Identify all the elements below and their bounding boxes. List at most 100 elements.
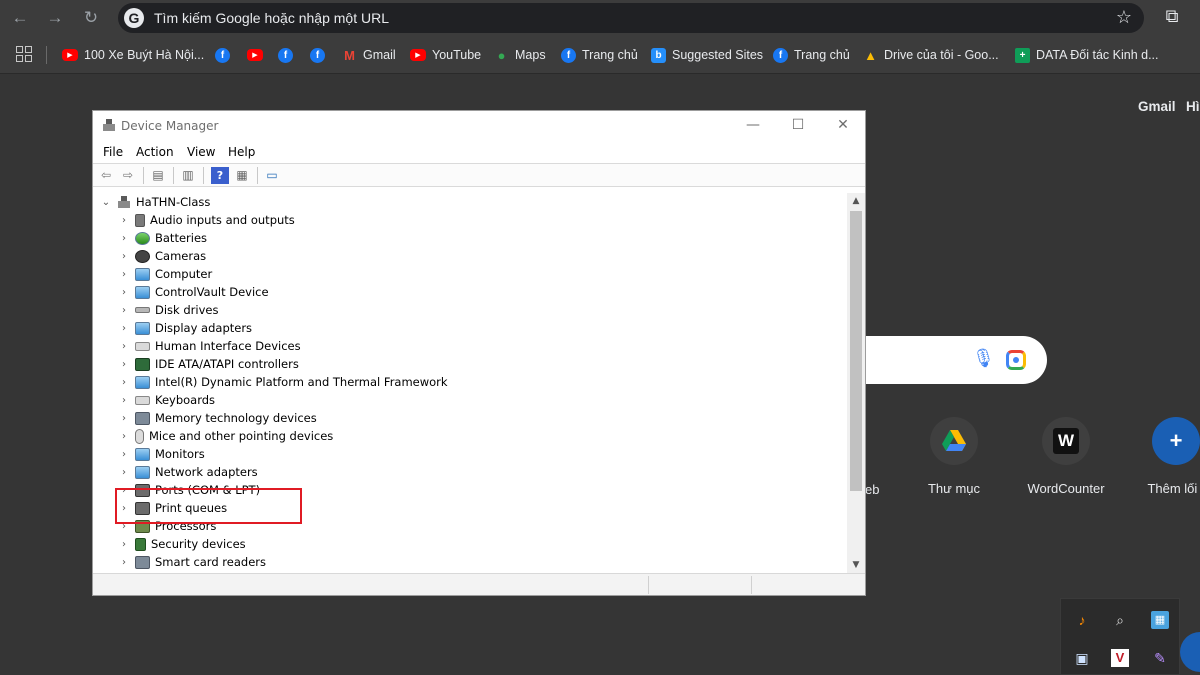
bookmark-suggested-sites[interactable]: b Suggested Sites [651, 46, 763, 64]
network-app-icon[interactable]: ▦ [1151, 611, 1169, 629]
expand-chevron-icon[interactable]: › [117, 395, 131, 406]
microphone-icon[interactable]: 🎙 [972, 348, 995, 372]
shortcut-wordcounter[interactable]: W WordCounter [1011, 417, 1121, 496]
tree-node[interactable]: › Network adapters [117, 463, 258, 481]
gmail-link[interactable]: Gmail [1138, 99, 1176, 114]
omnibox[interactable]: G Tìm kiếm Google hoặc nhập một URL ☆ [118, 3, 1144, 33]
properties-icon[interactable]: ▥ [179, 167, 197, 184]
expand-chevron-icon[interactable]: › [117, 467, 131, 478]
reload-icon[interactable]: ↻ [81, 8, 101, 28]
expand-chevron-icon[interactable]: › [117, 269, 131, 280]
expand-chevron-icon[interactable]: › [117, 323, 131, 334]
bookmark-trang-chu-2[interactable]: f Trang chủ [773, 46, 850, 64]
menu-action[interactable]: Action [136, 145, 174, 159]
bookmark-gmail[interactable]: M Gmail [342, 46, 396, 64]
close-button[interactable]: ✕ [833, 115, 853, 135]
expand-chevron-icon[interactable]: › [117, 377, 131, 388]
tree-node[interactable]: › ControlVault Device [117, 283, 269, 301]
back-icon[interactable]: ← [10, 8, 30, 28]
bookmark-youtube-1[interactable]: ▶ [247, 46, 263, 64]
tree-node[interactable]: › Human Interface Devices [117, 337, 301, 355]
music-app-icon[interactable]: ♪ [1073, 611, 1091, 629]
back-arrow-icon[interactable]: ⇦ [97, 167, 115, 184]
menu-file[interactable]: File [103, 145, 123, 159]
tree-node[interactable]: › Smart card readers [117, 553, 266, 571]
forward-arrow-icon[interactable]: ⇨ [119, 167, 137, 184]
pen-icon[interactable]: ✎ [1151, 649, 1169, 667]
tree-node-label: Memory technology devices [155, 411, 317, 425]
tree-node[interactable]: › Keyboards [117, 391, 215, 409]
tree-node-label: Intel(R) Dynamic Platform and Thermal Fr… [155, 375, 448, 389]
menu-view[interactable]: View [187, 145, 215, 159]
tree-node[interactable]: › Display adapters [117, 319, 252, 337]
apps-grid-icon[interactable] [16, 46, 32, 62]
tree-node[interactable]: › Batteries [117, 229, 207, 247]
collapse-chevron-icon[interactable]: ⌄ [99, 197, 113, 208]
help-icon[interactable]: ? [211, 167, 229, 184]
menu-help[interactable]: Help [228, 145, 255, 159]
shortcut-label-web[interactable]: eb [865, 482, 879, 497]
status-bar [93, 573, 865, 595]
bookmark-trang-chu-1[interactable]: f Trang chủ [561, 46, 638, 64]
tree-node[interactable]: › Memory technology devices [117, 409, 317, 427]
google-lens-icon[interactable] [1006, 350, 1026, 370]
tree-node-label: Batteries [155, 231, 208, 245]
satellite-icon[interactable]: ⌕ [1111, 611, 1129, 629]
vietkey-icon[interactable]: V [1111, 649, 1129, 667]
expand-chevron-icon[interactable]: › [117, 539, 131, 550]
expand-chevron-icon[interactable]: › [117, 287, 131, 298]
tree-node[interactable]: › Intel(R) Dynamic Platform and Thermal F… [117, 373, 448, 391]
expand-chevron-icon[interactable]: › [117, 431, 131, 442]
extensions-icon[interactable]: ⧉ [1160, 6, 1184, 30]
tree-node[interactable]: › Disk drives [117, 301, 218, 319]
tree-node[interactable]: › Audio inputs and outputs [117, 211, 295, 229]
shortcut-add[interactable]: + Thêm lối t [1121, 417, 1200, 496]
bookmarks-bar: ▶ 100 Xe Buýt Hà Nội... f ▶ f f M Gmail … [0, 36, 1200, 74]
minimize-button[interactable]: — [743, 115, 763, 135]
bookmark-star-icon[interactable]: ☆ [1116, 7, 1132, 28]
bookmark-drive[interactable]: ▲ Drive của tôi - Goo... [863, 46, 999, 64]
youtube-icon: ▶ [410, 49, 426, 61]
expand-chevron-icon[interactable]: › [117, 413, 131, 424]
expand-chevron-icon[interactable]: › [117, 449, 131, 460]
vertical-scrollbar[interactable]: ▲ ▼ [847, 193, 865, 573]
expand-chevron-icon[interactable]: › [117, 251, 131, 262]
scan-hardware-icon[interactable]: ▭ [263, 167, 281, 184]
omnibox-placeholder[interactable]: Tìm kiếm Google hoặc nhập một URL [154, 10, 389, 26]
bookmark-facebook-1[interactable]: f [215, 46, 230, 64]
tree-node[interactable]: › Cameras [117, 247, 206, 265]
tree-node[interactable]: › Monitors [117, 445, 205, 463]
bookmark-bus[interactable]: ▶ 100 Xe Buýt Hà Nội... [62, 46, 204, 64]
battery-icon [135, 231, 150, 245]
tree-node[interactable]: › Computer [117, 265, 212, 283]
expand-chevron-icon[interactable]: › [117, 359, 131, 370]
bookmark-facebook-2[interactable]: f [278, 46, 293, 64]
scroll-up-icon[interactable]: ▲ [847, 193, 865, 209]
expand-chevron-icon[interactable]: › [117, 341, 131, 352]
title-bar[interactable]: Device Manager — ☐ ✕ [93, 111, 865, 141]
tree-node-label: IDE ATA/ATAPI controllers [155, 357, 299, 371]
display-icon[interactable]: ▣ [1073, 649, 1091, 667]
show-hide-tree-icon[interactable]: ▤ [149, 167, 167, 184]
forward-icon[interactable]: → [45, 8, 65, 28]
tree-root[interactable]: ⌄ HaTHN-Class [99, 193, 211, 211]
tree-node[interactable]: › Security devices [117, 535, 246, 553]
scrollbar-thumb[interactable] [850, 211, 862, 491]
bookmark-youtube[interactable]: ▶ YouTube [410, 46, 481, 64]
expand-chevron-icon[interactable]: › [117, 557, 131, 568]
bookmark-maps[interactable]: ● Maps [494, 46, 546, 64]
bookmark-data-sheet[interactable]: + DATA Đối tác Kinh d... [1015, 46, 1159, 64]
scroll-down-icon[interactable]: ▼ [847, 557, 865, 573]
bookmark-facebook-3[interactable]: f [310, 46, 325, 64]
tree-node[interactable]: › IDE ATA/ATAPI controllers [117, 355, 299, 373]
expand-chevron-icon[interactable]: › [117, 305, 131, 316]
tree-node[interactable]: › Mice and other pointing devices [117, 427, 333, 445]
maximize-button[interactable]: ☐ [788, 115, 808, 135]
update-driver-icon[interactable]: ▦ [233, 167, 251, 184]
images-link[interactable]: Hì [1186, 99, 1200, 114]
expand-chevron-icon[interactable]: › [117, 215, 131, 226]
expand-chevron-icon[interactable]: › [117, 233, 131, 244]
notification-bubble[interactable] [1180, 632, 1200, 672]
shortcut-thu-muc[interactable]: Thư mục [899, 417, 1009, 496]
computer-root-icon [118, 196, 130, 208]
